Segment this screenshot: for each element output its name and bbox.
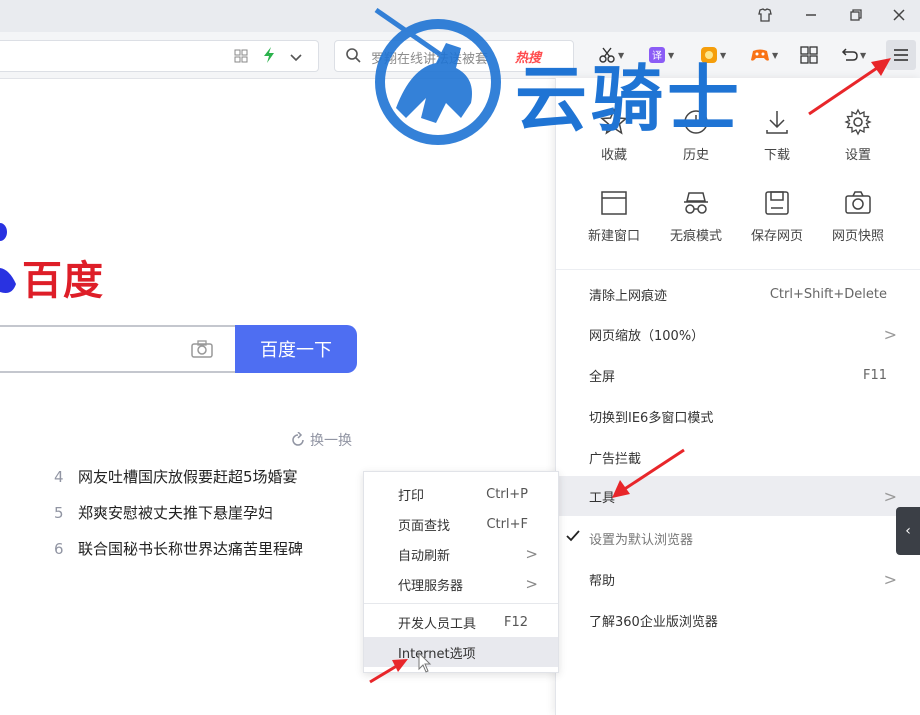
chevron-right-icon: > bbox=[883, 486, 897, 506]
close-icon[interactable] bbox=[886, 4, 912, 26]
submenu-item-proxy[interactable]: 代理服务器 > bbox=[364, 569, 558, 599]
chevron-left-icon: ‹ bbox=[905, 523, 911, 539]
menu-new-window[interactable]: 新建窗口 bbox=[574, 189, 654, 244]
menu-item-set-default[interactable]: 设置为默认浏览器 bbox=[556, 518, 920, 558]
submenu-item-find[interactable]: 页面查找 Ctrl+F bbox=[364, 509, 558, 539]
submenu-item-print[interactable]: 打印 Ctrl+P bbox=[364, 479, 558, 509]
menu-item-ie6-mode[interactable]: 切换到IE6多窗口模式 bbox=[556, 396, 920, 436]
window-icon bbox=[601, 191, 627, 215]
chevron-right-icon: > bbox=[525, 575, 538, 593]
save-icon bbox=[765, 191, 789, 215]
refresh-label: 换一换 bbox=[310, 433, 352, 449]
menu-divider bbox=[556, 269, 920, 270]
baidu-logo-text: 百度 bbox=[22, 258, 104, 304]
restore-icon[interactable] bbox=[843, 4, 869, 26]
hot-list-item[interactable]: 6 联合国秘书长称世界达痛苦里程碑 bbox=[54, 538, 303, 559]
chevron-right-icon: > bbox=[883, 569, 897, 589]
menu-page-snapshot[interactable]: 网页快照 bbox=[818, 189, 898, 244]
menu-incognito[interactable]: 无痕模式 bbox=[656, 189, 736, 244]
camera-search-icon[interactable] bbox=[190, 339, 214, 363]
menu-item-enterprise[interactable]: 了解360企业版浏览器 bbox=[556, 600, 920, 640]
incognito-icon bbox=[684, 192, 708, 214]
menu-item-clear-history[interactable]: 清除上网痕迹 Ctrl+Shift+Delete bbox=[556, 274, 920, 314]
tools-submenu: 打印 Ctrl+P 页面查找 Ctrl+F 自动刷新 > 代理服务器 > 开发人… bbox=[363, 471, 559, 673]
camera-icon bbox=[845, 191, 871, 214]
search-icon bbox=[345, 47, 361, 67]
hot-list-item[interactable]: 5 郑爽安慰被丈夫推下悬崖孕妇 bbox=[54, 502, 273, 523]
menu-save-page[interactable]: 保存网页 bbox=[737, 189, 817, 244]
baidu-search-input[interactable] bbox=[0, 325, 236, 373]
main-menu-panel: 收藏 历史 下载 设置 新建窗口 无痕模式 保存网页 网页快照 清除上网痕迹 C… bbox=[555, 78, 920, 715]
menu-item-zoom[interactable]: 网页缩放（100%） > bbox=[556, 314, 920, 354]
mouse-cursor-icon bbox=[418, 651, 432, 678]
refresh-link[interactable]: 换一换 bbox=[290, 430, 352, 450]
chevron-right-icon: > bbox=[525, 545, 538, 563]
refresh-icon bbox=[292, 432, 304, 446]
baidu-paw-logo bbox=[0, 218, 22, 302]
address-bar[interactable] bbox=[0, 40, 319, 72]
skin-icon[interactable] bbox=[752, 4, 778, 26]
chevron-down-icon[interactable] bbox=[289, 49, 303, 68]
download-icon bbox=[766, 111, 788, 134]
menu-item-fullscreen[interactable]: 全屏 F11 bbox=[556, 355, 920, 395]
apps-grid-icon[interactable] bbox=[234, 48, 248, 67]
submenu-item-devtools[interactable]: 开发人员工具 F12 bbox=[364, 607, 558, 637]
minimize-icon[interactable] bbox=[798, 4, 824, 26]
game-icon[interactable]: ▼ bbox=[750, 44, 778, 66]
watermark-logo bbox=[366, 7, 516, 162]
annotation-arrow bbox=[612, 448, 685, 498]
submenu-divider bbox=[364, 603, 558, 604]
hot-list-item[interactable]: 4 网友吐槽国庆放假要赶超5场婚宴 bbox=[54, 466, 298, 487]
checkmark-icon bbox=[566, 530, 580, 546]
hamburger-menu-icon bbox=[894, 49, 908, 61]
watermark-text: 云骑士 bbox=[515, 57, 744, 141]
annotation-arrow bbox=[808, 58, 891, 116]
speed-mode-icon[interactable] bbox=[262, 46, 276, 68]
submenu-item-auto-refresh[interactable]: 自动刷新 > bbox=[364, 539, 558, 569]
baidu-search-button[interactable]: 百度一下 bbox=[235, 325, 357, 373]
chevron-right-icon: > bbox=[883, 324, 897, 344]
menu-item-help[interactable]: 帮助 > bbox=[556, 559, 920, 599]
sidebar-toggle[interactable]: ‹ bbox=[896, 507, 920, 555]
annotation-arrow bbox=[369, 659, 408, 684]
